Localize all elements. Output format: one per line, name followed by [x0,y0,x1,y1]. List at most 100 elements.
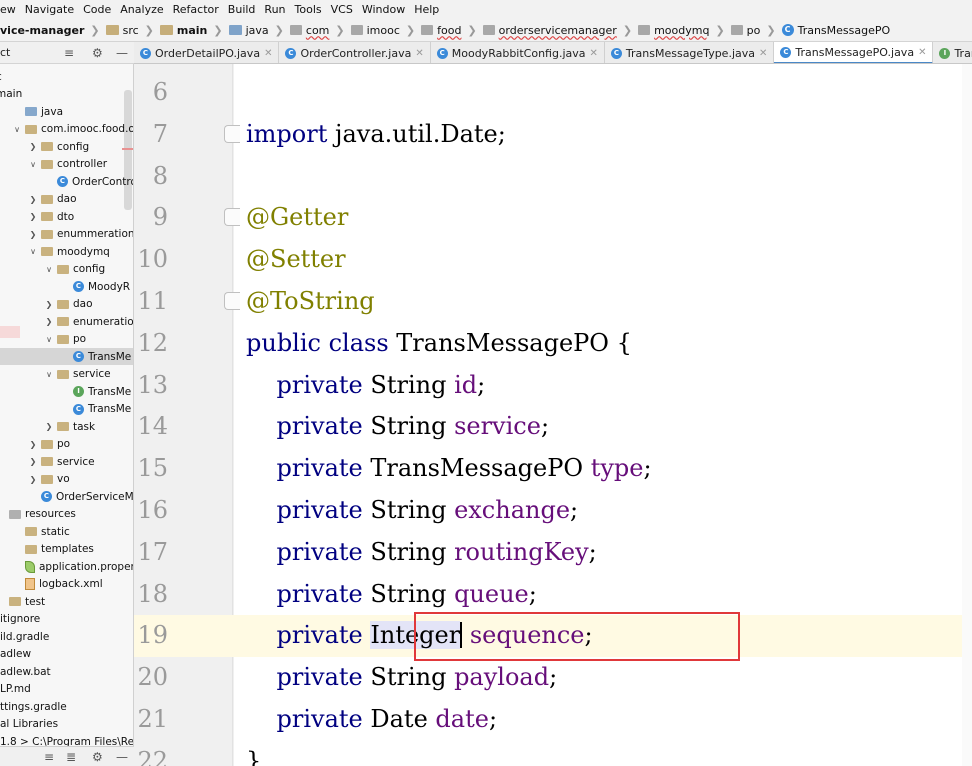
code-line[interactable]: private String queue; [246,573,537,615]
code-line[interactable]: @Setter [246,238,346,280]
code-line[interactable]: import java.util.Date; [246,113,506,155]
breadcrumb-item[interactable]: imooc [350,24,400,37]
chevron-right-icon[interactable]: ❯ [28,142,38,151]
menu-item-window[interactable]: Window [362,3,405,16]
menu-item-analyze[interactable]: Analyze [120,3,163,16]
code-line[interactable]: private Date date; [246,698,498,740]
close-icon[interactable]: ✕ [590,48,598,59]
tree-item[interactable]: 1.8 > C:\Program Files\Rec [0,733,133,747]
breadcrumb-item[interactable]: food [421,24,461,37]
chevron-right-icon[interactable]: ❯ [28,457,38,466]
tree-item[interactable]: ❯ po [28,436,70,453]
tree-item[interactable]: adlew [0,646,31,663]
project-panel-title[interactable]: ct [0,46,10,59]
chevron-right-icon[interactable]: ❯ [28,475,38,484]
tree-item[interactable]: templates [12,541,94,558]
tree-item[interactable]: ❯ dao [44,296,93,313]
fold-marker-icon[interactable] [224,124,240,143]
chevron-right-icon[interactable]: ❯ [28,440,38,449]
tree-item[interactable]: static [12,523,70,540]
tree-item[interactable]: java [12,103,63,120]
code-line[interactable]: private TransMessagePO type; [246,447,652,489]
tree-item[interactable]: I TransMe [60,383,131,400]
tree-item[interactable]: C TransMe [0,348,133,365]
settings-icon[interactable]: ⚙ [92,46,103,60]
tree-item[interactable]: ❯ task [44,418,95,435]
close-icon[interactable]: ✕ [264,48,272,59]
breadcrumb-item[interactable]: java [228,24,269,37]
chevron-down-icon[interactable]: ∨ [44,370,54,379]
tree-item[interactable]: adlew.bat [0,663,51,680]
breadcrumb-item[interactable]: orderservicemanager [482,24,617,37]
code-line[interactable]: @Getter [246,196,348,238]
expand-icon[interactable]: ≣ [66,750,76,764]
close-icon[interactable]: ✕ [759,48,767,59]
tree-item[interactable]: C OrderContro [44,173,133,190]
chevron-right-icon[interactable]: ❯ [28,230,38,239]
collapse-all-icon[interactable]: ≡ [44,750,54,764]
tree-item[interactable]: ∨ moodymq [28,243,110,260]
menu-item-tools[interactable]: Tools [295,3,322,16]
menu-item-vcs[interactable]: VCS [331,3,353,16]
tree-item[interactable]: ❯ dto [28,208,75,225]
chevron-right-icon[interactable]: ❯ [44,422,54,431]
tree-item[interactable]: application.propert [12,558,133,575]
menu-item-navigate[interactable]: Navigate [25,3,74,16]
tab-ordercontroller-java[interactable]: C OrderController.java ✕ [279,42,431,63]
breadcrumb-project[interactable]: vice-manager [0,24,84,37]
tree-item[interactable]: logback.xml [12,576,103,593]
chevron-down-icon[interactable]: ∨ [44,265,54,274]
chevron-right-icon[interactable]: ❯ [44,300,54,309]
menu-item-refactor[interactable]: Refactor [173,3,219,16]
editor-scrollbar[interactable] [962,64,972,766]
menu-item-ew[interactable]: ew [0,3,16,16]
tree-item[interactable]: ∨ com.imooc.food.or [12,121,133,138]
code-line[interactable]: private String routingKey; [246,531,597,573]
tree-item[interactable]: main [0,86,22,103]
tree-item[interactable]: ttings.gradle [0,698,67,715]
code-line[interactable]: @ToString [246,280,375,322]
code-line[interactable]: public class TransMessagePO { [246,322,632,364]
breadcrumb-item[interactable]: po [730,24,760,37]
chevron-down-icon[interactable]: ∨ [28,160,38,169]
tree-item[interactable]: ∨ po [44,331,86,348]
tree-item[interactable]: ❯ service [28,453,95,470]
tree-item[interactable]: ∨ service [44,366,111,383]
chevron-right-icon[interactable]: ❯ [28,195,38,204]
minimize-icon[interactable]: — [116,750,128,764]
breadcrumb-item[interactable]: C TransMessagePO [781,24,890,37]
tree-item[interactable]: LP.md [0,681,31,698]
menu-item-help[interactable]: Help [414,3,439,16]
chevron-right-icon[interactable]: ❯ [28,212,38,221]
fold-marker-icon[interactable] [224,292,240,310]
tree-item[interactable]: test [0,593,45,610]
chevron-down-icon[interactable]: ∨ [12,125,22,134]
menu-item-code[interactable]: Code [83,3,111,16]
tree-item[interactable]: C TransMe [60,401,131,418]
tab-moodyrabbitconfig-java[interactable]: C MoodyRabbitConfig.java ✕ [431,42,605,63]
close-icon[interactable]: ✕ [918,47,926,58]
tree-item[interactable]: ❯ enumeratio [44,313,133,330]
tree-item[interactable]: al Libraries [0,716,58,733]
tree-item[interactable]: ∨ config [44,261,105,278]
tree-item[interactable]: ∨ controller [28,156,107,173]
code-line[interactable]: private String id; [246,364,486,406]
code-line[interactable]: private String payload; [246,656,558,698]
breadcrumb-item[interactable]: moodymq [638,24,709,37]
tree-item[interactable]: ❯ vo [28,471,70,488]
tab-transmessagetype-java[interactable]: C TransMessageType.java ✕ [605,42,775,63]
menu-item-run[interactable]: Run [264,3,285,16]
tree-item[interactable]: C OrderServiceMa [28,488,133,505]
tree-item[interactable]: ❯ dao [28,191,77,208]
tree-item[interactable]: c [0,68,2,85]
tree-item[interactable]: C MoodyR [60,278,130,295]
tree-item[interactable]: ild.gradle [0,628,49,645]
code-line[interactable]: } [246,740,261,766]
breadcrumb-item[interactable]: com [289,24,329,37]
tree-item[interactable]: ❯ config [28,138,90,155]
minimize-icon[interactable]: — [116,46,128,60]
chevron-down-icon[interactable]: ∨ [28,247,38,256]
tab-transmessaged[interactable]: ITransMessageD [933,42,972,63]
tree-scrollbar[interactable] [124,90,132,210]
menu-item-build[interactable]: Build [228,3,256,16]
